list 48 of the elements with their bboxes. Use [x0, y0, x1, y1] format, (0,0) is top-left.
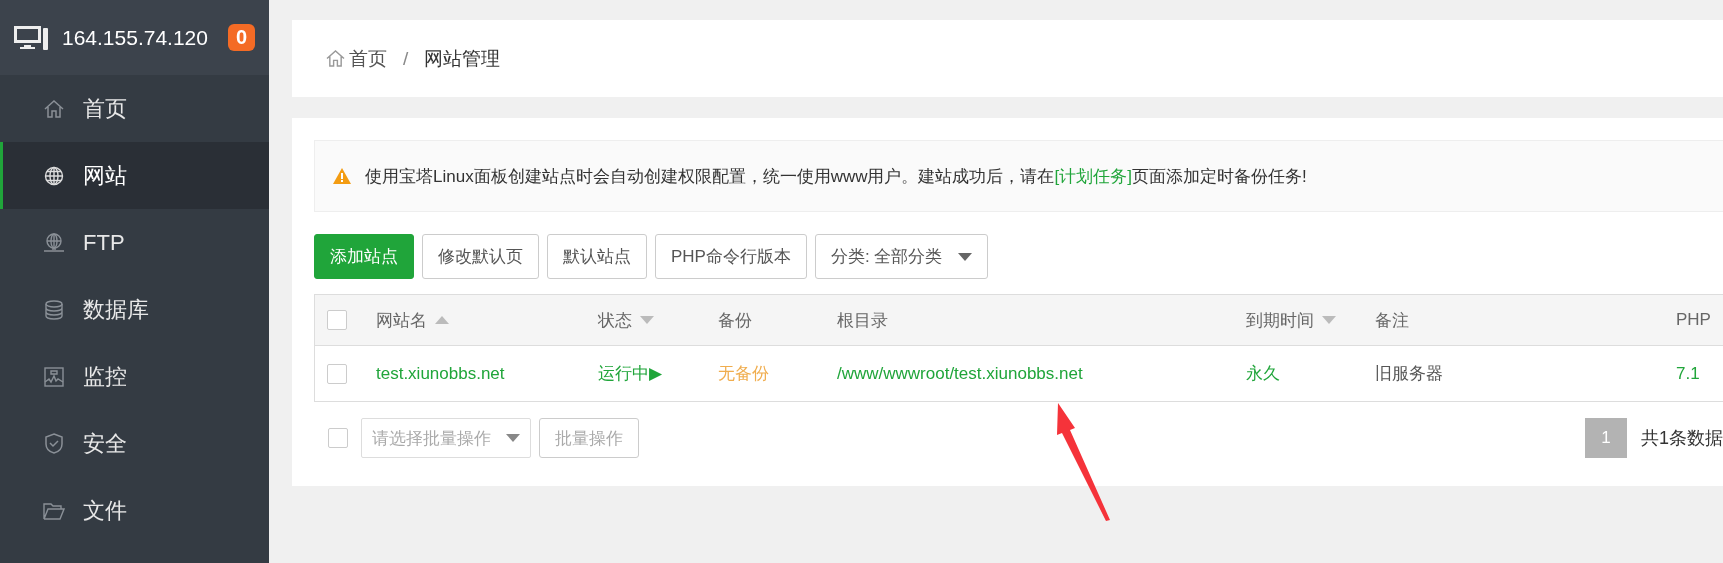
table-cell[interactable]: 永久: [1246, 364, 1280, 383]
chart-frame-icon: [43, 366, 65, 387]
scheduled-tasks-link[interactable]: [计划任务]: [1054, 166, 1132, 186]
select-all-checkbox[interactable]: [327, 310, 347, 330]
batch-checkbox[interactable]: [328, 428, 348, 448]
column-header[interactable]: 网站名: [376, 308, 449, 332]
caret-icon: [958, 252, 973, 261]
sidebar-item[interactable]: 首页: [0, 75, 269, 142]
folder-icon: [43, 501, 65, 520]
category-dropdown[interactable]: 分类: 全部分类: [814, 234, 989, 279]
sidebar-item[interactable]: FTP: [0, 209, 269, 276]
column-header: PHP: [1676, 310, 1711, 330]
computer-icon: [14, 24, 48, 51]
database-icon: [43, 299, 65, 320]
toolbar-button[interactable]: PHP命令行版本: [655, 234, 807, 279]
sidebar-item[interactable]: 数据库: [0, 276, 269, 343]
toolbar-button[interactable]: 修改默认页: [422, 234, 539, 279]
table-cell[interactable]: 7.1: [1676, 363, 1700, 383]
warning-icon: [333, 168, 351, 184]
sidebar-item[interactable]: 文件: [0, 477, 269, 544]
table-cell[interactable]: /www/wwwroot/test.xiunobbs.net: [837, 363, 1083, 383]
globe-icon: [43, 165, 65, 186]
table-cell[interactable]: test.xiunobbs.net: [376, 363, 505, 383]
notice-text: 使用宝塔Linux面板创建站点时会自动创建权限配置，统一使用www用户。建站成功后，请在[计划任务]页面添加定时备份任务!: [365, 165, 1307, 188]
column-header[interactable]: 状态: [598, 308, 654, 332]
globe-network-icon: [43, 232, 65, 253]
table-cell: 旧服务器: [1375, 364, 1443, 383]
column-header: 备份: [718, 309, 752, 332]
shield-icon: [43, 433, 65, 454]
table-cell[interactable]: 运行中▶: [598, 364, 663, 383]
toolbar-button[interactable]: 默认站点: [547, 234, 647, 279]
column-header: 备注: [1375, 309, 1409, 332]
server-ip: 164.155.74.120: [62, 25, 209, 50]
record-count: 共1条数据: [1640, 427, 1723, 450]
breadcrumb-current: 网站管理: [424, 46, 501, 71]
sidebar-item[interactable]: 监控: [0, 343, 269, 410]
sidebar-item[interactable]: 网站: [0, 142, 269, 209]
caret-icon: [506, 434, 520, 442]
sidebar-item[interactable]: 安全: [0, 410, 269, 477]
breadcrumb-link[interactable]: 首页: [326, 45, 387, 72]
home-icon: [326, 50, 345, 67]
column-header[interactable]: 到期时间: [1246, 308, 1336, 332]
notification-badge[interactable]: 0: [227, 24, 255, 51]
column-header: 根目录: [837, 309, 888, 332]
home-icon: [43, 99, 65, 118]
row-checkbox[interactable]: [327, 363, 347, 384]
add-site-button[interactable]: 添加站点: [314, 234, 414, 279]
breadcrumb-separator: /: [403, 47, 409, 70]
